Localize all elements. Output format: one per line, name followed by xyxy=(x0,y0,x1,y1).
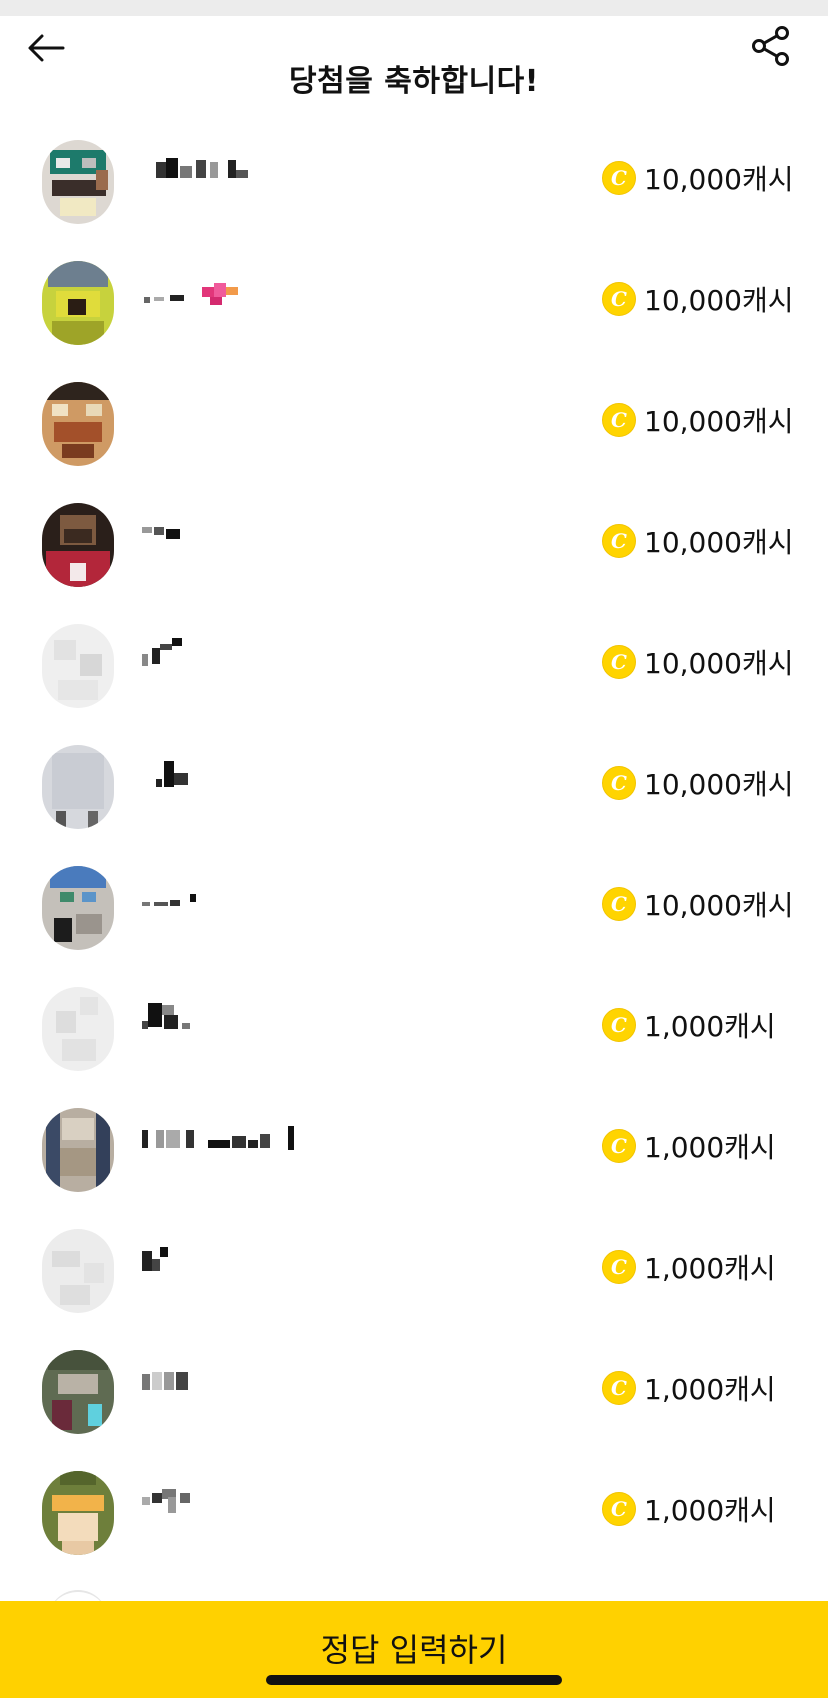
avatar xyxy=(42,1108,114,1192)
reward: C 10,000캐시 xyxy=(602,884,798,924)
coin-icon: C xyxy=(602,1371,636,1405)
home-indicator[interactable] xyxy=(266,1675,562,1685)
reward-amount: 10,000캐시 xyxy=(644,526,794,559)
winner-nickname-blurred xyxy=(140,511,320,551)
reward: C 1,000캐시 xyxy=(602,1005,798,1045)
avatar xyxy=(42,140,114,224)
coin-icon: C xyxy=(602,403,636,437)
reward: C 1,000캐시 xyxy=(602,1489,798,1529)
submit-answer-label: 정답 입력하기 xyxy=(320,1631,508,1669)
page-title: 당첨을 축하합니다! xyxy=(289,64,539,99)
coin-icon: C xyxy=(602,282,636,316)
winner-row: C 1,000캐시 xyxy=(0,1455,828,1576)
winner-row: C 10,000캐시 xyxy=(0,608,828,729)
coin-icon: C xyxy=(602,1129,636,1163)
coin-icon: C xyxy=(602,645,636,679)
coin-icon: C xyxy=(602,524,636,558)
winner-nickname-blurred xyxy=(140,995,320,1035)
winner-nickname-blurred xyxy=(140,874,320,914)
share-icon xyxy=(752,26,789,66)
winner-nickname-blurred xyxy=(140,148,320,188)
winner-row: C 10,000캐시 xyxy=(0,366,828,487)
winner-row: C 1,000캐시 xyxy=(0,1213,828,1334)
share-button[interactable] xyxy=(745,20,797,72)
winner-nickname-blurred xyxy=(140,1358,320,1398)
reward: C 1,000캐시 xyxy=(602,1368,798,1408)
reward-amount: 1,000캐시 xyxy=(644,1131,776,1164)
winner-nickname-blurred xyxy=(140,269,320,309)
reward-amount: 10,000캐시 xyxy=(644,768,794,801)
reward-amount: 10,000캐시 xyxy=(644,889,794,922)
avatar xyxy=(42,987,114,1071)
winner-row: C 10,000캐시 xyxy=(0,729,828,850)
reward: C 10,000캐시 xyxy=(602,521,798,561)
winner-row: C 10,000캐시 xyxy=(0,850,828,971)
reward-amount: 10,000캐시 xyxy=(644,163,794,196)
reward: C 1,000캐시 xyxy=(602,1247,798,1287)
coin-icon: C xyxy=(602,887,636,921)
status-bar-strip xyxy=(0,0,828,16)
winner-row: C 10,000캐시 xyxy=(0,245,828,366)
winner-list: C 10,000캐시 C 10,000캐시 C 10,000캐시 C 10,00… xyxy=(0,124,828,1576)
reward: C 10,000캐시 xyxy=(602,763,798,803)
coin-icon: C xyxy=(602,766,636,800)
avatar xyxy=(42,624,114,708)
winner-nickname-blurred xyxy=(140,753,320,793)
winner-row: C 1,000캐시 xyxy=(0,1092,828,1213)
reward-amount: 1,000캐시 xyxy=(644,1373,776,1406)
reward-amount: 1,000캐시 xyxy=(644,1010,776,1043)
reward: C 10,000캐시 xyxy=(602,400,798,440)
reward-amount: 1,000캐시 xyxy=(644,1494,776,1527)
avatar xyxy=(42,1471,114,1555)
reward: C 10,000캐시 xyxy=(602,642,798,682)
coin-icon: C xyxy=(602,1492,636,1526)
avatar xyxy=(42,745,114,829)
winner-nickname-blurred xyxy=(140,1479,320,1519)
winner-row: C 1,000캐시 xyxy=(0,971,828,1092)
reward: C 10,000캐시 xyxy=(602,158,798,198)
winner-row: C 1,000캐시 xyxy=(0,1334,828,1455)
coin-icon: C xyxy=(602,1008,636,1042)
coin-icon: C xyxy=(602,1250,636,1284)
reward-amount: 1,000캐시 xyxy=(644,1252,776,1285)
reward-amount: 10,000캐시 xyxy=(644,647,794,680)
avatar xyxy=(42,503,114,587)
winner-nickname-blurred xyxy=(140,1237,320,1277)
winner-row: C 10,000캐시 xyxy=(0,487,828,608)
avatar xyxy=(42,866,114,950)
avatar xyxy=(42,382,114,466)
winner-nickname-blurred xyxy=(140,632,320,672)
winner-row: C 10,000캐시 xyxy=(0,124,828,245)
winner-nickname-blurred xyxy=(140,1116,320,1156)
reward-amount: 10,000캐시 xyxy=(644,284,794,317)
header: 당첨을 축하합니다! xyxy=(0,16,828,126)
avatar xyxy=(42,1229,114,1313)
avatar xyxy=(42,1350,114,1434)
reward: C 1,000캐시 xyxy=(602,1126,798,1166)
coin-icon: C xyxy=(602,161,636,195)
avatar xyxy=(42,261,114,345)
reward-amount: 10,000캐시 xyxy=(644,405,794,438)
reward: C 10,000캐시 xyxy=(602,279,798,319)
